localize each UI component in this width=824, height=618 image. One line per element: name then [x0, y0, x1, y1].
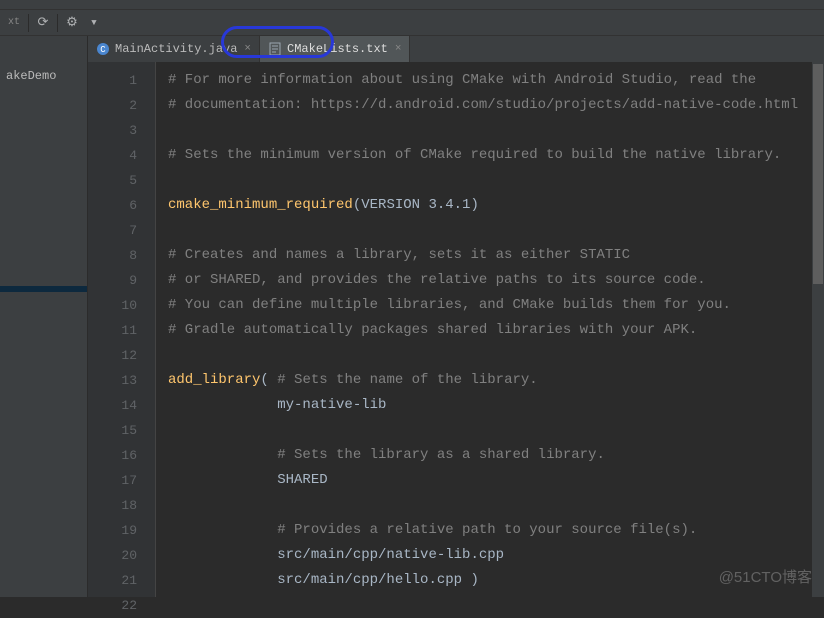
line-number: 13 [88, 368, 155, 393]
line-number: 15 [88, 418, 155, 443]
svg-text:C: C [100, 45, 106, 55]
code-line[interactable]: # Gradle automatically packages shared l… [168, 318, 812, 343]
tab-label: MainActivity.java [115, 42, 237, 56]
code-line[interactable]: src/main/cpp/native-lib.cpp [168, 543, 812, 568]
project-panel-header [0, 36, 88, 62]
line-number: 11 [88, 318, 155, 343]
toolbar-separator [57, 14, 58, 32]
line-number: 1 [88, 68, 155, 93]
line-gutter: 12345678910111213141516171819202122 [88, 62, 156, 597]
toolbar-separator [28, 14, 29, 32]
project-tool-window[interactable]: akeDemo [0, 62, 88, 597]
tab-main-activity[interactable]: C MainActivity.java × [88, 36, 260, 62]
code-line[interactable]: SHARED [168, 468, 812, 493]
line-number: 4 [88, 143, 155, 168]
toolbar: xt ⟳ ⚙ ▼ [0, 10, 824, 36]
breadcrumb-ext: xt [6, 15, 22, 31]
close-icon[interactable]: × [244, 43, 251, 55]
code-line[interactable]: cmake_minimum_required(VERSION 3.4.1) [168, 193, 812, 218]
line-number: 16 [88, 443, 155, 468]
text-file-icon [268, 42, 282, 56]
code-line[interactable]: src/main/cpp/hello.cpp ) [168, 568, 812, 593]
line-number: 10 [88, 293, 155, 318]
line-number: 5 [88, 168, 155, 193]
code-line[interactable]: # Sets the minimum version of CMake requ… [168, 143, 812, 168]
line-number: 9 [88, 268, 155, 293]
code-line[interactable] [168, 118, 812, 143]
sync-icon[interactable]: ⟳ [35, 15, 51, 31]
line-number: 18 [88, 493, 155, 518]
line-number: 21 [88, 568, 155, 593]
code-line[interactable] [168, 493, 812, 518]
main-area: akeDemo 12345678910111213141516171819202… [0, 62, 824, 597]
dropdown-arrow-icon[interactable]: ▼ [86, 15, 102, 31]
code-line[interactable]: # documentation: https://d.android.com/s… [168, 93, 812, 118]
project-tree-item-selected[interactable] [0, 286, 87, 292]
code-line[interactable] [168, 593, 812, 597]
code-line[interactable]: # Provides a relative path to your sourc… [168, 518, 812, 543]
java-class-icon: C [96, 42, 110, 56]
line-number: 14 [88, 393, 155, 418]
tab-label: CMakeLists.txt [287, 42, 388, 56]
watermark: @51CTO博客 [719, 566, 812, 587]
code-line[interactable]: my-native-lib [168, 393, 812, 418]
code-line[interactable]: # or SHARED, and provides the relative p… [168, 268, 812, 293]
line-number: 8 [88, 243, 155, 268]
project-tree-item[interactable]: akeDemo [0, 66, 87, 86]
code-line[interactable] [168, 418, 812, 443]
code-line[interactable]: add_library( # Sets the name of the libr… [168, 368, 812, 393]
line-number: 19 [88, 518, 155, 543]
code-line[interactable]: # For more information about using CMake… [168, 68, 812, 93]
project-tree-spacer [0, 86, 87, 286]
code-line[interactable]: # You can define multiple libraries, and… [168, 293, 812, 318]
code-line[interactable]: # Creates and names a library, sets it a… [168, 243, 812, 268]
tab-cmakelists[interactable]: CMakeLists.txt × [260, 36, 410, 62]
editor-tabs: C MainActivity.java × CMakeLists.txt × [0, 36, 824, 62]
title-bar-fragment [0, 0, 824, 10]
line-number: 3 [88, 118, 155, 143]
vertical-scrollbar[interactable] [812, 62, 824, 597]
code-line[interactable] [168, 343, 812, 368]
line-number: 2 [88, 93, 155, 118]
gear-icon[interactable]: ⚙ [64, 15, 80, 31]
code-line[interactable] [168, 168, 812, 193]
code-editor[interactable]: # For more information about using CMake… [156, 62, 812, 597]
line-number: 7 [88, 218, 155, 243]
code-line[interactable]: # Sets the library as a shared library. [168, 443, 812, 468]
close-icon[interactable]: × [395, 43, 402, 55]
scrollbar-thumb[interactable] [813, 64, 823, 284]
line-number: 12 [88, 343, 155, 368]
line-number: 17 [88, 468, 155, 493]
code-line[interactable] [168, 218, 812, 243]
line-number: 20 [88, 543, 155, 568]
line-number: 6 [88, 193, 155, 218]
